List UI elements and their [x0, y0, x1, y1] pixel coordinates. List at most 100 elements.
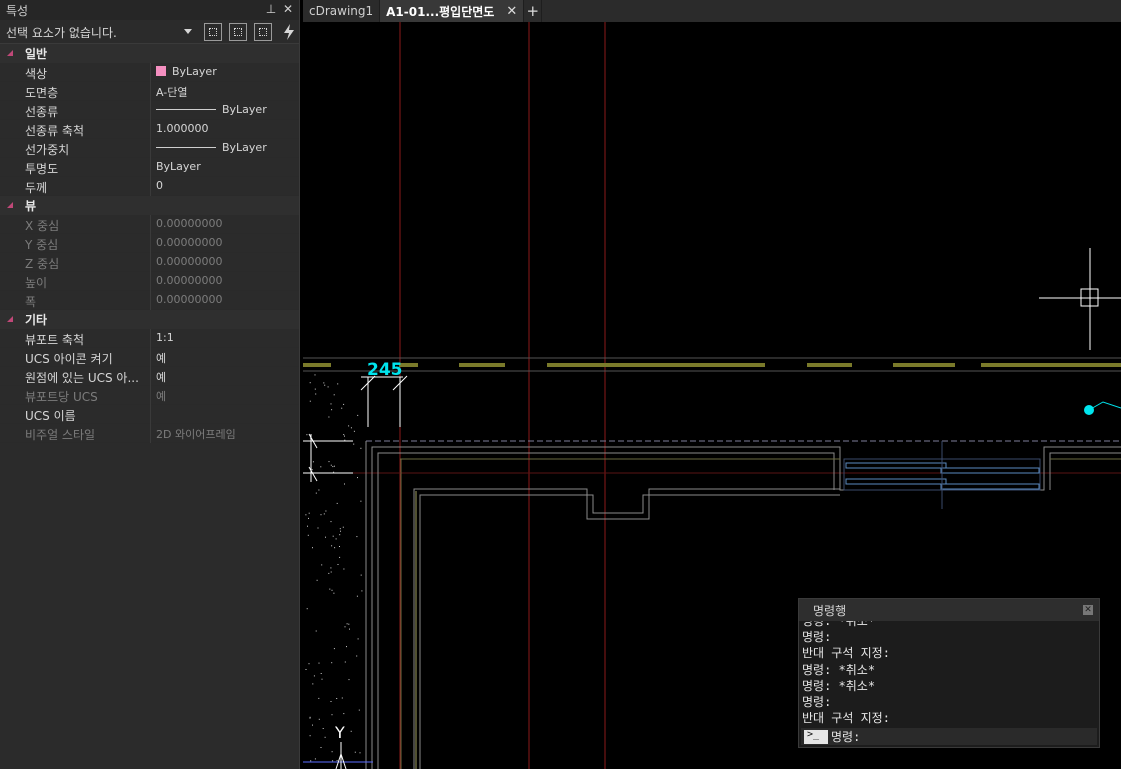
hatch-dot — [344, 661, 346, 663]
column-divider — [150, 215, 151, 234]
close-icon[interactable]: ✕ — [1083, 605, 1093, 615]
property-row[interactable]: 비주얼 스타일 2D 와이어프레임 — [0, 424, 299, 443]
command-input[interactable]: 명령: — [801, 728, 1097, 745]
collapse-triangle-icon[interactable] — [7, 50, 13, 56]
section-header[interactable]: 뷰 — [0, 196, 299, 215]
history-line: 명령: — [802, 630, 832, 645]
property-row[interactable]: 원점에 있는 UCS 아... 예 — [0, 367, 299, 386]
pin-icon[interactable]: ⊥ — [264, 1, 278, 17]
hatch-dot — [360, 447, 362, 449]
property-row[interactable]: Z 중심 0.00000000 — [0, 253, 299, 272]
property-row[interactable]: UCS 이름 — [0, 405, 299, 424]
property-row[interactable]: 뷰포트당 UCS 예 — [0, 386, 299, 405]
add-tab-button[interactable]: + — [524, 0, 543, 22]
hatch-dot — [346, 623, 348, 625]
property-value[interactable]: 예 — [156, 369, 166, 385]
property-value[interactable]: 1:1 — [156, 331, 174, 344]
hatch-dot — [339, 556, 341, 558]
hatch-dot — [330, 403, 332, 405]
property-value[interactable]: 1.000000 — [156, 122, 209, 135]
hatch-dot — [314, 374, 316, 376]
hatch-dot — [312, 547, 313, 549]
section-label: 기타 — [25, 313, 48, 327]
lightning-icon[interactable] — [280, 23, 298, 41]
select-objects-icon[interactable] — [229, 23, 247, 41]
property-row[interactable]: UCS 아이콘 켜기 예 — [0, 348, 299, 367]
collapse-triangle-icon[interactable] — [7, 316, 13, 322]
column-divider — [150, 405, 151, 424]
property-value[interactable]: ByLayer — [156, 65, 217, 78]
hatch-dot — [332, 760, 334, 762]
property-key: 원점에 있는 UCS 아... — [25, 371, 139, 385]
property-row[interactable]: X 중심 0.00000000 — [0, 215, 299, 234]
property-key: Z 중심 — [25, 257, 60, 271]
hatch-dot — [318, 662, 320, 664]
column-divider — [150, 120, 151, 139]
hatch-dot — [348, 679, 350, 681]
property-key: 뷰포트 축척 — [25, 333, 85, 347]
property-value[interactable]: 예 — [156, 350, 166, 366]
hatch-dot — [329, 588, 331, 590]
property-value-text: 0.00000000 — [156, 255, 223, 268]
section-label: 뷰 — [25, 199, 37, 213]
property-value-text: 예 — [156, 371, 167, 384]
property-row[interactable]: 높이 0.00000000 — [0, 272, 299, 291]
collapse-triangle-icon[interactable] — [7, 202, 13, 208]
hatch-dot — [315, 630, 317, 632]
hatch-dot — [357, 638, 359, 640]
property-row[interactable]: 폭 0.00000000 — [0, 291, 299, 310]
property-row[interactable]: 선종류 축척 1.000000 — [0, 120, 299, 139]
hatch-dot — [349, 628, 350, 630]
property-key: 선종류 — [25, 105, 59, 119]
toggle-pickadd-icon[interactable] — [204, 23, 222, 41]
selection-dropdown[interactable]: 선택 요소가 없습니다. — [2, 22, 196, 42]
hatch-dot — [339, 534, 341, 536]
property-row[interactable]: 도면층 A-단열 — [0, 82, 299, 101]
hatch-dot — [328, 416, 330, 418]
property-row[interactable]: 선종류 ByLayer — [0, 101, 299, 120]
property-value[interactable]: 0.00000000 — [156, 255, 222, 268]
hatch-dot — [339, 528, 341, 530]
hatch-dot — [336, 698, 338, 699]
hatch-dot — [305, 669, 307, 670]
property-key: 색상 — [25, 67, 48, 81]
hatch-dot — [332, 466, 334, 468]
property-value[interactable]: ByLayer — [156, 103, 267, 116]
property-value[interactable]: 2D 와이어프레임 — [156, 426, 236, 442]
property-row[interactable]: 선가중치 ByLayer — [0, 139, 299, 158]
property-row[interactable]: 색상 ByLayer — [0, 63, 299, 82]
tab-a1-01[interactable]: A1-01...평입단면도 ✕ — [380, 0, 525, 22]
hatch-dot — [334, 547, 336, 549]
property-value-text: 예 — [156, 352, 167, 365]
section-header[interactable]: 일반 — [0, 44, 299, 63]
property-row[interactable]: 투명도 ByLayer — [0, 158, 299, 177]
column-divider — [150, 272, 151, 291]
property-row[interactable]: 두께 0 — [0, 177, 299, 196]
property-row[interactable]: 뷰포트 축척 1:1 — [0, 329, 299, 348]
property-value[interactable]: A-단열 — [156, 84, 188, 100]
quick-select-icon[interactable] — [254, 23, 272, 41]
property-value-text: ByLayer — [172, 65, 217, 78]
close-tab-icon[interactable]: ✕ — [506, 4, 517, 19]
hatch-dot — [341, 697, 343, 699]
property-value[interactable]: 0.00000000 — [156, 293, 222, 306]
hatch-dot — [336, 502, 338, 504]
property-value[interactable]: 0.00000000 — [156, 217, 222, 230]
property-row[interactable]: Y 중심 0.00000000 — [0, 234, 299, 253]
hatch-dot — [343, 568, 345, 570]
hatch-dot — [342, 526, 344, 528]
property-value-text: 0.00000000 — [156, 217, 223, 230]
hatch-dot — [331, 589, 333, 591]
property-value[interactable]: 0 — [156, 179, 163, 192]
properties-title: 특성 — [6, 3, 29, 18]
section-header[interactable]: 기타 — [0, 310, 299, 329]
hatch-dot — [343, 434, 345, 436]
tab-cdrawing1[interactable]: cDrawing1 — [303, 0, 381, 22]
property-value[interactable]: 0.00000000 — [156, 274, 222, 287]
property-value[interactable]: 0.00000000 — [156, 236, 222, 249]
property-value[interactable]: 예 — [156, 388, 166, 404]
close-icon[interactable]: ✕ — [281, 1, 295, 17]
property-value[interactable]: ByLayer — [156, 141, 267, 154]
hatch-dot — [330, 567, 332, 569]
property-value[interactable]: ByLayer — [156, 160, 201, 173]
